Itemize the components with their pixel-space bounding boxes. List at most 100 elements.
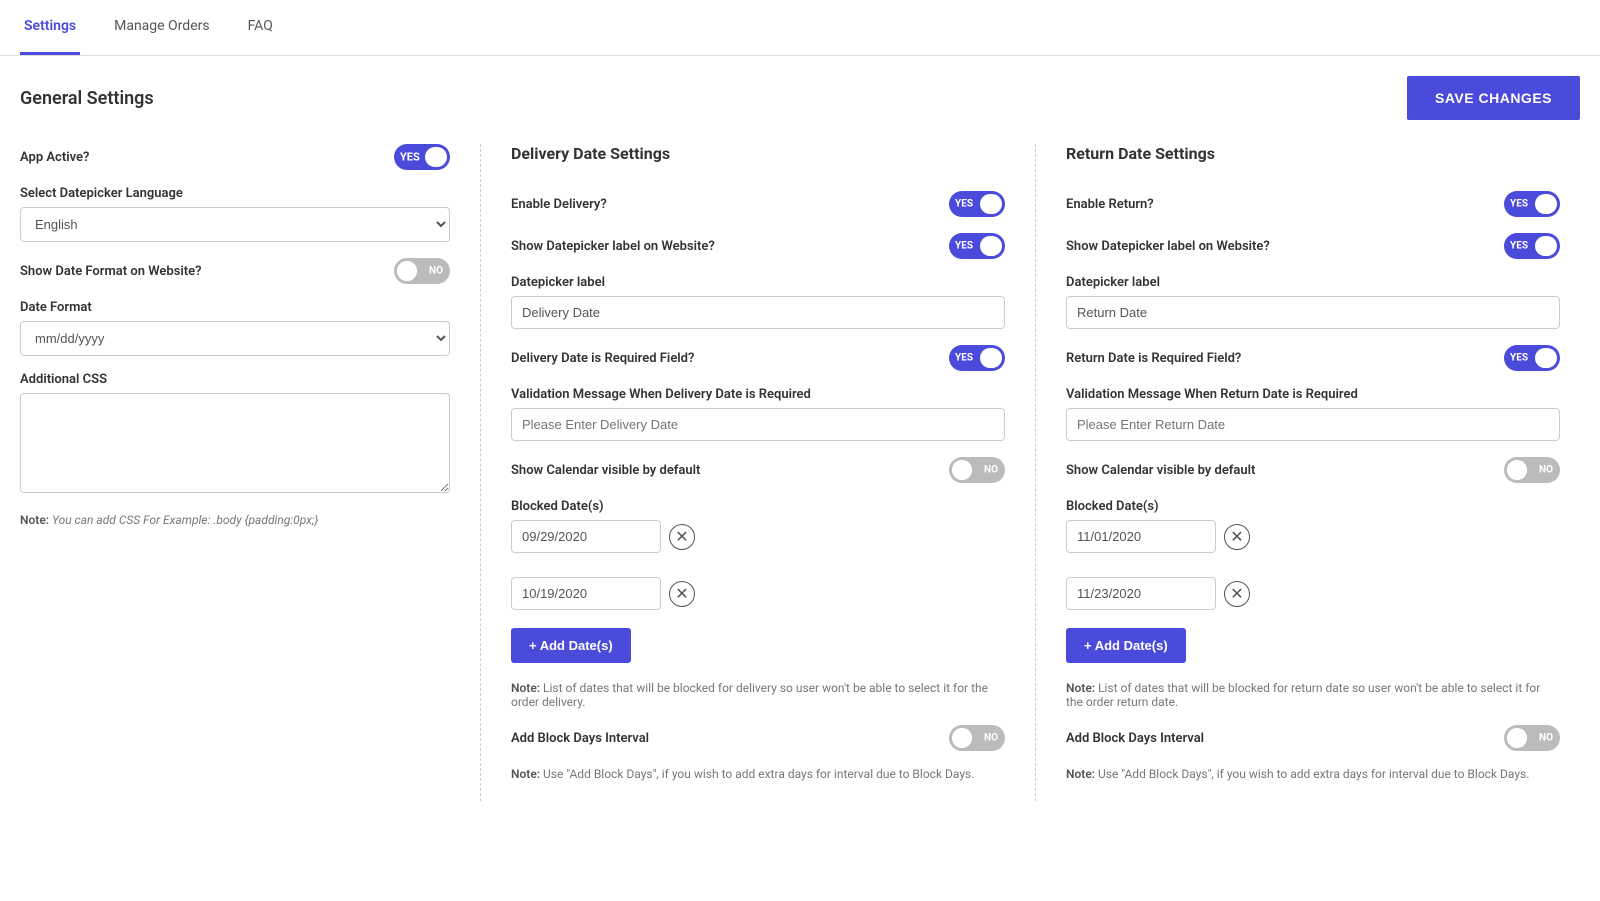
delivery-calendar-visible-toggle[interactable]: NO — [949, 457, 1005, 483]
delivery-interval-note-strong: Note: — [511, 767, 540, 781]
delivery-remove-date-2[interactable]: ✕ — [669, 581, 695, 607]
nav-manage-orders[interactable]: Manage Orders — [110, 0, 213, 55]
additional-css-label: Additional CSS — [20, 372, 450, 387]
delivery-blocked-dates-label: Blocked Date(s) — [511, 499, 1005, 514]
delivery-datepicker-label-group: Datepicker label — [511, 275, 1005, 329]
delivery-settings-column: Delivery Date Settings Enable Delivery? … — [480, 144, 1025, 801]
css-note: Note: You can add CSS For Example: .body… — [20, 513, 450, 527]
language-select[interactable]: English French German Spanish — [20, 207, 450, 242]
show-date-format-toggle[interactable]: NO — [394, 258, 450, 284]
return-blocked-date-1: ✕ — [1066, 520, 1560, 553]
delivery-interval-label: Add Block Days Interval — [511, 731, 649, 746]
nav-settings[interactable]: Settings — [20, 0, 80, 55]
language-field-group: Select Datepicker Language English Frenc… — [20, 186, 450, 242]
return-enable-toggle[interactable]: YES — [1504, 191, 1560, 217]
delivery-show-label-row: Show Datepicker label on Website? YES — [511, 233, 1005, 259]
delivery-blocked-note: Note: List of dates that will be blocked… — [511, 681, 1005, 709]
return-calendar-visible-row: Show Calendar visible by default NO — [1066, 457, 1560, 483]
settings-grid: App Active? YES Select Datepicker Langua… — [20, 144, 1580, 801]
return-enable-row: Enable Return? YES — [1066, 191, 1560, 217]
delivery-enable-row: Enable Delivery? YES — [511, 191, 1005, 217]
nav-faq[interactable]: FAQ — [244, 0, 277, 55]
return-validation-input[interactable] — [1066, 408, 1560, 441]
return-show-label-row: Show Datepicker label on Website? YES — [1066, 233, 1560, 259]
return-required-yes: YES — [1510, 353, 1528, 364]
delivery-blocked-date-2: ✕ — [511, 577, 1005, 610]
return-interval-note-text: Use "Add Block Days", if you wish to add… — [1095, 767, 1529, 781]
date-format-field-group: Date Format mm/dd/yyyy dd/mm/yyyy yyyy/m… — [20, 300, 450, 356]
return-remove-date-2[interactable]: ✕ — [1224, 581, 1250, 607]
delivery-enable-yes-label: YES — [955, 199, 973, 210]
delivery-datepicker-label-input[interactable] — [511, 296, 1005, 329]
return-required-toggle[interactable]: YES — [1504, 345, 1560, 371]
delivery-required-label: Delivery Date is Required Field? — [511, 351, 694, 366]
show-date-format-no-label: NO — [429, 266, 443, 277]
delivery-blocked-note-strong: Note: — [511, 681, 540, 695]
return-interval-note-strong: Note: — [1066, 767, 1095, 781]
delivery-validation-group: Validation Message When Delivery Date is… — [511, 387, 1005, 441]
return-calendar-no: NO — [1539, 465, 1553, 476]
delivery-interval-no: NO — [984, 733, 998, 744]
delivery-show-label-toggle[interactable]: YES — [949, 233, 1005, 259]
return-show-label-label: Show Datepicker label on Website? — [1066, 239, 1270, 254]
show-date-format-label: Show Date Format on Website? — [20, 264, 202, 279]
return-calendar-visible-toggle[interactable]: NO — [1504, 457, 1560, 483]
return-blocked-date-2: ✕ — [1066, 577, 1560, 610]
return-validation-group: Validation Message When Return Date is R… — [1066, 387, 1560, 441]
show-date-format-row: Show Date Format on Website? NO — [20, 258, 450, 284]
delivery-enable-label: Enable Delivery? — [511, 197, 607, 212]
delivery-date-input-1[interactable] — [511, 520, 661, 553]
delivery-interval-row: Add Block Days Interval NO — [511, 725, 1005, 751]
return-calendar-visible-label: Show Calendar visible by default — [1066, 463, 1255, 478]
delivery-remove-date-1[interactable]: ✕ — [669, 524, 695, 550]
return-enable-label: Enable Return? — [1066, 197, 1154, 212]
delivery-interval-note-text: Use "Add Block Days", if you wish to add… — [540, 767, 974, 781]
delivery-blocked-date-1: ✕ — [511, 520, 1005, 553]
delivery-interval-toggle[interactable]: NO — [949, 725, 1005, 751]
delivery-validation-input[interactable] — [511, 408, 1005, 441]
delivery-validation-label: Validation Message When Delivery Date is… — [511, 387, 1005, 402]
return-interval-no: NO — [1539, 733, 1553, 744]
return-required-row: Return Date is Required Field? YES — [1066, 345, 1560, 371]
general-settings-column: App Active? YES Select Datepicker Langua… — [20, 144, 470, 801]
date-format-label: Date Format — [20, 300, 450, 315]
delivery-calendar-no: NO — [984, 465, 998, 476]
return-enable-yes: YES — [1510, 199, 1528, 210]
delivery-required-yes: YES — [955, 353, 973, 364]
return-section-title: Return Date Settings — [1066, 144, 1560, 171]
delivery-show-label-label: Show Datepicker label on Website? — [511, 239, 715, 254]
return-blocked-note: Note: List of dates that will be blocked… — [1066, 681, 1560, 709]
return-datepicker-label-input[interactable] — [1066, 296, 1560, 329]
top-navigation: Settings Manage Orders FAQ — [0, 0, 1600, 56]
app-active-toggle[interactable]: YES — [394, 144, 450, 170]
app-active-yes-label: YES — [400, 151, 420, 164]
delivery-show-label-yes: YES — [955, 241, 973, 252]
delivery-date-input-2[interactable] — [511, 577, 661, 610]
css-note-strong: Note: — [20, 513, 49, 527]
date-format-select[interactable]: mm/dd/yyyy dd/mm/yyyy yyyy/mm/dd — [20, 321, 450, 356]
return-blocked-note-strong: Note: — [1066, 681, 1095, 695]
return-remove-date-1[interactable]: ✕ — [1224, 524, 1250, 550]
return-date-input-2[interactable] — [1066, 577, 1216, 610]
delivery-add-date-button[interactable]: + Add Date(s) — [511, 628, 631, 663]
page-title: General Settings — [20, 88, 154, 109]
delivery-required-row: Delivery Date is Required Field? YES — [511, 345, 1005, 371]
save-changes-button[interactable]: SAVE CHANGES — [1407, 76, 1580, 120]
delivery-enable-toggle[interactable]: YES — [949, 191, 1005, 217]
additional-css-textarea[interactable] — [20, 393, 450, 493]
delivery-required-toggle[interactable]: YES — [949, 345, 1005, 371]
page-content: General Settings SAVE CHANGES App Active… — [0, 56, 1600, 901]
return-blocked-note-text: List of dates that will be blocked for r… — [1066, 681, 1540, 709]
return-validation-label: Validation Message When Return Date is R… — [1066, 387, 1560, 402]
css-field-group: Additional CSS — [20, 372, 450, 497]
delivery-calendar-visible-label: Show Calendar visible by default — [511, 463, 700, 478]
return-show-label-toggle[interactable]: YES — [1504, 233, 1560, 259]
return-interval-row: Add Block Days Interval NO — [1066, 725, 1560, 751]
app-active-row: App Active? YES — [20, 144, 450, 170]
delivery-blocked-note-text: List of dates that will be blocked for d… — [511, 681, 988, 709]
return-add-date-button[interactable]: + Add Date(s) — [1066, 628, 1186, 663]
return-interval-note: Note: Use "Add Block Days", if you wish … — [1066, 767, 1560, 781]
delivery-calendar-visible-row: Show Calendar visible by default NO — [511, 457, 1005, 483]
return-interval-toggle[interactable]: NO — [1504, 725, 1560, 751]
return-date-input-1[interactable] — [1066, 520, 1216, 553]
